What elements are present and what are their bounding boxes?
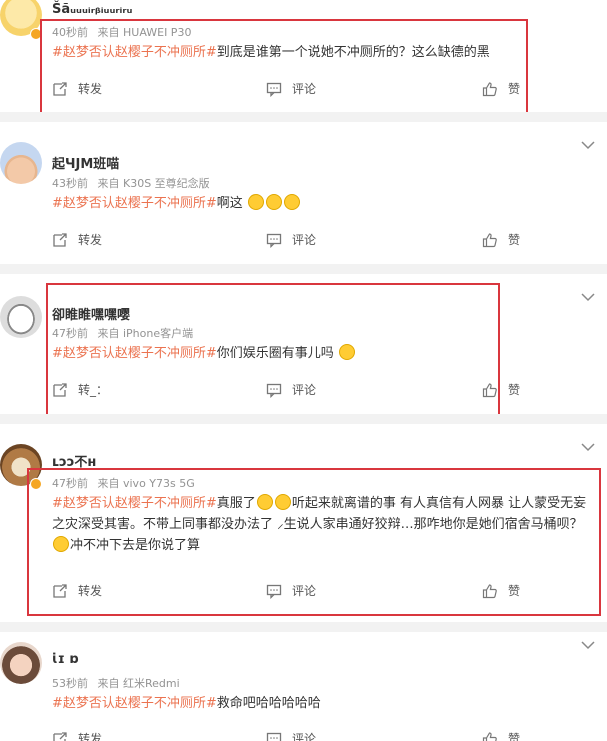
post-meta: 43秒前 来自 K30S 至尊纪念版 <box>52 175 216 191</box>
comment-button[interactable]: 评论 <box>266 231 316 248</box>
username[interactable]: Šãᵤᵤᵤᵢᵣᵦᵢᵤᵤᵣᵢᵣᵤ <box>52 2 132 17</box>
divider <box>0 414 607 424</box>
username[interactable]: 起ꞍЈМ班喵 <box>52 153 119 172</box>
post-text: 救命吧哈哈哈哈哈 <box>216 696 321 711</box>
chevron-down-icon[interactable] <box>581 140 595 150</box>
highlight-box <box>27 468 601 616</box>
source-device: 来自 红米Redmi <box>97 677 180 690</box>
laughing-emoji-icon <box>283 194 300 210</box>
thumbs-up-icon <box>482 731 497 741</box>
avatar[interactable] <box>0 296 42 338</box>
hashtag-link[interactable]: #赵梦否认赵樱子不冲厕所# <box>52 196 217 211</box>
comment-feed: Šãᵤᵤᵤᵢᵣᵦᵢᵤᵤᵣᵢᵣᵤ 40秒前 来自 HUAWEI P30 #赵梦否认… <box>0 0 607 741</box>
comment-icon <box>266 233 282 248</box>
repost-button[interactable]: 转发 <box>52 231 102 248</box>
post-5: ɩ̇ɪ ɒ 53秒前 来自 红米Redmi #赵梦否认赵樱子不冲厕所#救命吧哈哈… <box>0 632 607 741</box>
divider <box>0 264 607 274</box>
action-bar: 转发 评论 赞 <box>52 231 527 251</box>
repost-icon <box>53 232 67 247</box>
avatar[interactable] <box>0 142 42 184</box>
source-device: 来自 K30S 至尊纪念版 <box>97 177 210 190</box>
laughing-emoji-icon <box>265 194 282 210</box>
timestamp: 53秒前 <box>52 677 88 690</box>
post-meta: 53秒前 来自 红米Redmi <box>52 675 186 691</box>
chevron-down-icon[interactable] <box>581 640 595 650</box>
repost-icon <box>53 731 67 741</box>
laughing-emoji-icon <box>247 194 264 210</box>
chevron-down-icon[interactable] <box>581 292 595 302</box>
repost-button[interactable]: 转发 <box>52 730 102 741</box>
like-button[interactable]: 赞 <box>482 730 520 741</box>
thumbs-up-icon <box>482 232 497 247</box>
hashtag-link[interactable]: #赵梦否认赵樱子不冲厕所# <box>52 696 217 711</box>
chevron-down-icon[interactable] <box>581 442 595 452</box>
timestamp: 43秒前 <box>52 177 88 190</box>
action-bar: 转发 评论 赞 <box>52 730 527 741</box>
divider <box>0 622 607 632</box>
like-button[interactable]: 赞 <box>482 231 520 248</box>
post-content: #赵梦否认赵樱子不冲厕所#救命吧哈哈哈哈哈 <box>52 693 527 714</box>
post-text: 啊这 <box>216 196 243 211</box>
comment-icon <box>266 732 282 741</box>
username[interactable]: ɩ̇ɪ ɒ <box>52 652 79 667</box>
post-2: 起ꞍЈМ班喵 43秒前 来自 K30S 至尊纪念版 #赵梦否认赵樱子不冲厕所#啊… <box>0 122 607 262</box>
post-content: #赵梦否认赵樱子不冲厕所#啊这 <box>52 193 527 214</box>
comment-button[interactable]: 评论 <box>266 730 316 741</box>
divider <box>0 112 607 122</box>
avatar[interactable] <box>0 642 42 684</box>
